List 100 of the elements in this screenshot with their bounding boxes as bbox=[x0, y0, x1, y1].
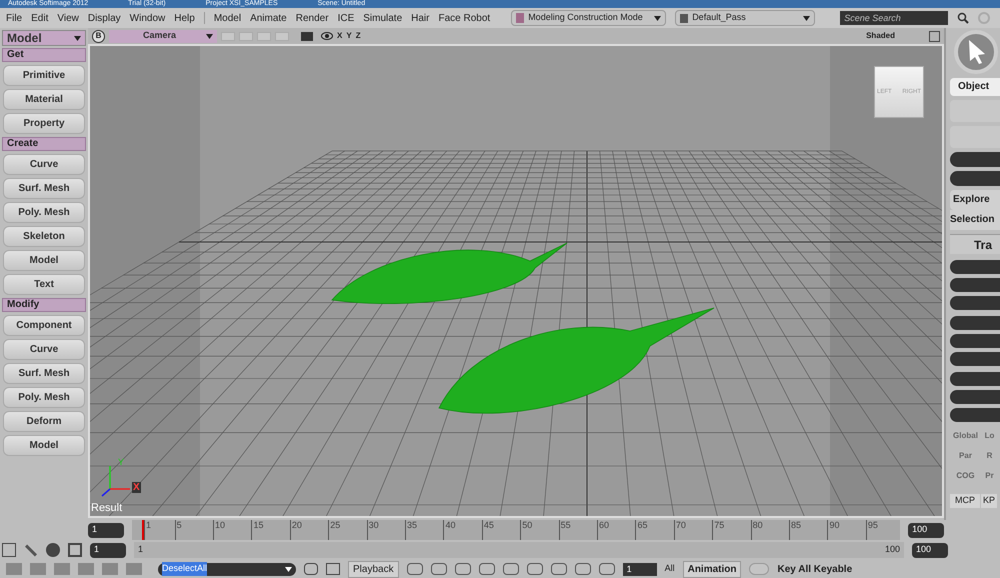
eye-icon[interactable] bbox=[321, 32, 333, 40]
panel-tab[interactable]: MCP bbox=[950, 494, 980, 508]
dark-field[interactable] bbox=[950, 408, 1000, 422]
menu-item[interactable]: View bbox=[57, 10, 79, 26]
object-tab[interactable]: Object bbox=[950, 78, 1000, 96]
panel-button[interactable]: Skeleton bbox=[3, 226, 85, 247]
panel-button[interactable]: Property bbox=[3, 113, 85, 134]
frame-field[interactable]: 1 bbox=[622, 562, 657, 576]
range-bar[interactable]: 1 100 bbox=[134, 542, 904, 558]
frame-tick: 50 bbox=[520, 520, 532, 540]
panel-button[interactable]: Deform bbox=[3, 411, 85, 432]
panel-button[interactable]: Material bbox=[3, 89, 85, 110]
animation-button[interactable]: Animation bbox=[682, 560, 742, 578]
panel-button[interactable]: Surf. Mesh bbox=[3, 178, 85, 199]
maximize-icon[interactable] bbox=[929, 30, 940, 42]
mode-icon bbox=[516, 13, 524, 23]
panel-button[interactable]: Surf. Mesh bbox=[3, 363, 85, 384]
menu-item[interactable]: Render bbox=[296, 10, 329, 26]
dark-field[interactable] bbox=[950, 296, 1000, 310]
panel-button[interactable]: Model bbox=[3, 435, 85, 456]
layout-icon[interactable] bbox=[2, 543, 16, 557]
frame-tick: 70 bbox=[674, 520, 686, 540]
menu-item[interactable]: Animate bbox=[250, 10, 287, 26]
panel-tab[interactable]: KP bbox=[981, 494, 997, 508]
tool-icon[interactable] bbox=[454, 563, 471, 575]
selection-dropdown[interactable]: DeselectAll bbox=[158, 562, 296, 576]
dark-field[interactable] bbox=[950, 171, 1000, 186]
playback-button[interactable]: Playback bbox=[348, 560, 399, 578]
key-toggle[interactable] bbox=[749, 563, 770, 575]
menu-item[interactable]: Hair bbox=[411, 10, 430, 26]
axis-gizmo-drawing bbox=[102, 466, 130, 497]
menu-item[interactable]: File bbox=[6, 10, 22, 26]
dark-field[interactable] bbox=[950, 334, 1000, 348]
axis-toggle[interactable]: Y bbox=[346, 30, 352, 42]
frame-tick: 30 bbox=[366, 520, 379, 540]
menu-item[interactable]: Face Robot bbox=[438, 10, 490, 26]
menu-item[interactable]: Model bbox=[214, 10, 242, 26]
frame-tick: 65 bbox=[635, 520, 648, 540]
dark-field[interactable] bbox=[950, 152, 1000, 167]
menu-item[interactable]: Window bbox=[130, 10, 166, 26]
frame-tick: 15 bbox=[251, 520, 264, 540]
search-field[interactable]: Scene Search bbox=[840, 11, 948, 25]
shading-menu[interactable]: Shaded bbox=[866, 30, 895, 42]
tool-icon[interactable] bbox=[406, 563, 423, 575]
start-frame-field[interactable]: 1 bbox=[88, 522, 124, 538]
menu-item[interactable]: Simulate bbox=[363, 10, 402, 26]
panel-button[interactable]: Model bbox=[3, 250, 85, 271]
dark-field[interactable] bbox=[950, 390, 1000, 404]
section-header[interactable]: Modify bbox=[2, 298, 86, 312]
tool-icon[interactable] bbox=[550, 563, 567, 575]
tool-icon[interactable] bbox=[502, 563, 519, 575]
panel-button[interactable]: Component bbox=[3, 315, 85, 336]
transform-header[interactable]: Tra bbox=[950, 234, 1000, 254]
selection-button[interactable]: Selection bbox=[950, 210, 1000, 230]
result-label: Result bbox=[91, 500, 122, 516]
range-end-field[interactable]: 100 bbox=[912, 542, 948, 558]
badge[interactable]: B bbox=[92, 30, 105, 42]
panel-button[interactable]: Primitive bbox=[3, 65, 85, 86]
tool-icon[interactable] bbox=[574, 563, 591, 575]
tool-icon[interactable] bbox=[478, 563, 495, 575]
menu-item[interactable]: ICE bbox=[338, 10, 354, 26]
panel-button[interactable]: Curve bbox=[3, 339, 85, 360]
end-frame-field[interactable]: 100 bbox=[908, 522, 944, 538]
toolbox-icon[interactable] bbox=[326, 563, 340, 575]
playhead[interactable] bbox=[142, 520, 144, 540]
select-tool-icon[interactable] bbox=[954, 30, 998, 74]
dark-field[interactable] bbox=[950, 316, 1000, 330]
frame-tick: 45 bbox=[482, 520, 494, 540]
frame-tick: 95 bbox=[866, 520, 878, 540]
panel-button[interactable]: Text bbox=[3, 274, 85, 295]
frame-tick: 20 bbox=[290, 520, 302, 540]
dark-field[interactable] bbox=[950, 372, 1000, 386]
pass-dropdown[interactable]: Default_Pass bbox=[675, 10, 816, 26]
section-header[interactable]: Create bbox=[2, 137, 86, 151]
panel-button[interactable]: Curve bbox=[3, 154, 85, 175]
menu-item[interactable]: Help bbox=[174, 10, 195, 26]
panel-button[interactable]: Poly. Mesh bbox=[3, 202, 85, 223]
key-all-label[interactable]: Key All Keyable bbox=[777, 562, 852, 576]
axis-label: Y bbox=[118, 456, 124, 469]
menu-item[interactable]: Edit bbox=[31, 10, 48, 26]
dark-field[interactable] bbox=[950, 352, 1000, 366]
all-button[interactable]: All bbox=[664, 562, 675, 576]
range-start-field[interactable]: 1 bbox=[90, 542, 126, 558]
camera-dropdown[interactable]: Camera bbox=[109, 30, 217, 42]
axis-toggle[interactable]: X bbox=[337, 30, 342, 42]
tool-icon[interactable] bbox=[526, 563, 543, 575]
section-header[interactable]: Get bbox=[2, 48, 86, 62]
tool-icon[interactable] bbox=[598, 563, 615, 575]
split-icon[interactable] bbox=[68, 543, 82, 557]
timeline-ruler[interactable]: 1 5 10 15 20 25 30 35 40 45 50 55 60 65 70 75 80 85 90 95 bbox=[132, 520, 900, 540]
dark-field[interactable] bbox=[950, 260, 1000, 274]
mode-dropdown[interactable]: Modeling Construction Mode bbox=[511, 10, 666, 26]
panel-button[interactable]: Poly. Mesh bbox=[3, 387, 85, 408]
tool-icon[interactable] bbox=[430, 563, 447, 575]
frame-tick: 1 bbox=[144, 520, 151, 540]
dark-field[interactable] bbox=[950, 278, 1000, 292]
model-dropdown[interactable]: Model bbox=[2, 30, 86, 46]
menu-item[interactable]: Display bbox=[88, 10, 121, 26]
explore-button[interactable]: Explore bbox=[950, 190, 1000, 210]
axis-toggle[interactable]: Z bbox=[356, 30, 361, 42]
